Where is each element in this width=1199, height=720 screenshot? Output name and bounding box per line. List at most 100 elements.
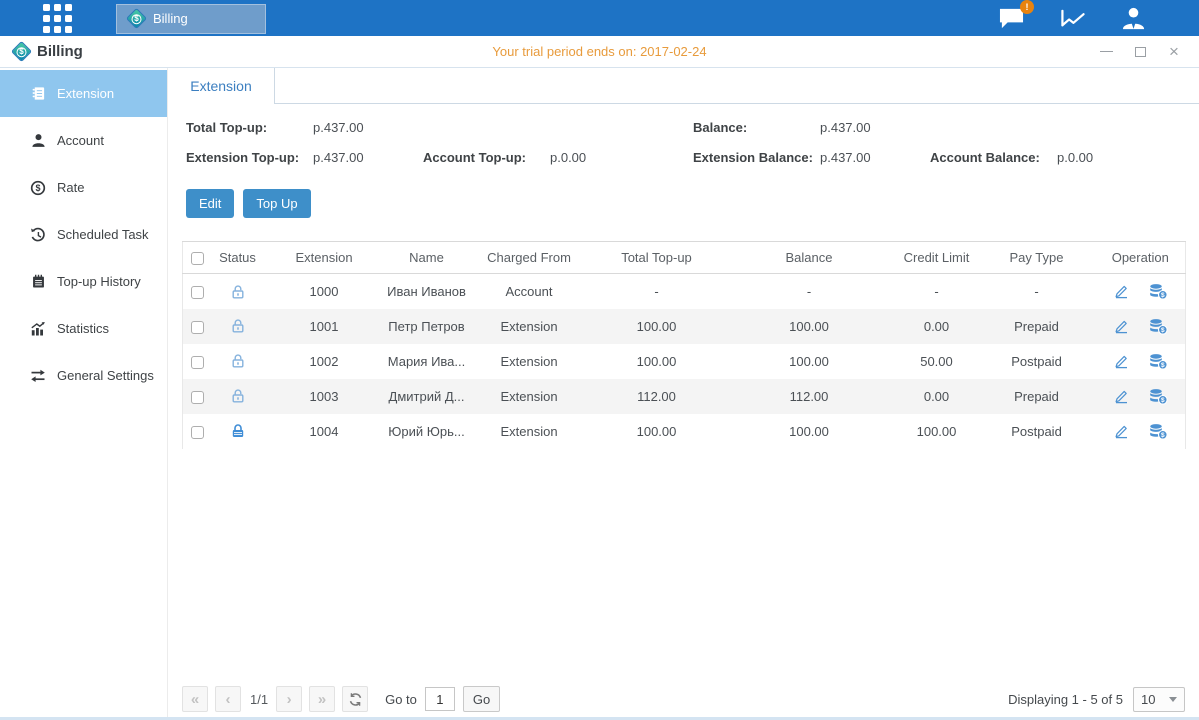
sidebar-item-account[interactable]: Account — [0, 117, 167, 164]
col-charged-from: Charged From — [468, 242, 591, 274]
row-checkbox[interactable] — [191, 356, 204, 369]
col-name: Name — [386, 242, 468, 274]
cell-total-topup: 112.00 — [591, 379, 723, 414]
close-button[interactable]: × — [1167, 45, 1181, 59]
user-icon[interactable] — [1120, 6, 1147, 31]
minimize-button[interactable] — [1099, 45, 1113, 59]
edit-icon[interactable] — [1113, 388, 1130, 405]
billing-diamond-icon: $ — [126, 8, 147, 29]
edit-icon[interactable] — [1113, 283, 1130, 300]
sidebar-item-label: Rate — [57, 180, 84, 195]
cell-total-topup: - — [591, 274, 723, 309]
cell-balance: 100.00 — [723, 414, 896, 449]
taskbar-tab-billing[interactable]: $ Billing — [116, 4, 266, 34]
statistics-icon — [30, 321, 46, 337]
statistics-chart-icon[interactable] — [1058, 6, 1088, 31]
page-size-select[interactable]: 10 — [1133, 687, 1185, 712]
maximize-button[interactable] — [1133, 45, 1147, 59]
taskbar-tab-label: Billing — [153, 11, 188, 26]
billing-app-icon: $ — [11, 41, 32, 62]
col-pay-type: Pay Type — [978, 242, 1096, 274]
apps-grid-icon[interactable] — [43, 4, 72, 33]
cell-credit-limit: - — [896, 274, 978, 309]
next-page-button[interactable]: › — [276, 686, 302, 712]
cell-extension: 1002 — [263, 344, 386, 379]
cell-credit-limit: 0.00 — [896, 309, 978, 344]
sidebar-item-general-settings[interactable]: General Settings — [0, 352, 167, 399]
cell-total-topup: 100.00 — [591, 344, 723, 379]
sidebar-item-scheduled-task[interactable]: Scheduled Task — [0, 211, 167, 258]
row-checkbox[interactable] — [191, 391, 204, 404]
cell-name: Иван Иванов — [386, 274, 468, 309]
toolbar: Edit Top Up — [182, 189, 1185, 218]
table-row[interactable]: 1003 Дмитрий Д... Extension 112.00 112.0… — [183, 379, 1186, 414]
go-button[interactable]: Go — [463, 686, 500, 712]
sidebar-item-label: Account — [57, 133, 104, 148]
topup-icon[interactable]: $ — [1148, 353, 1168, 370]
row-checkbox[interactable] — [191, 286, 204, 299]
messages-icon[interactable]: ! — [997, 6, 1026, 31]
topup-icon[interactable]: $ — [1148, 423, 1168, 440]
table-row[interactable]: 1004 Юрий Юрь... Extension 100.00 100.00… — [183, 414, 1186, 449]
topup-button[interactable]: Top Up — [243, 189, 310, 218]
sidebar-item-statistics[interactable]: Statistics — [0, 305, 167, 352]
cell-credit-limit: 0.00 — [896, 379, 978, 414]
billing-window: $ Billing ! $ — [0, 0, 1199, 720]
cell-name: Дмитрий Д... — [386, 379, 468, 414]
select-all-checkbox[interactable] — [191, 252, 204, 265]
cell-balance: - — [723, 274, 896, 309]
tab-extension[interactable]: Extension — [168, 68, 275, 104]
col-operation: Operation — [1096, 242, 1186, 274]
tab-bar: Extension — [168, 68, 1199, 104]
extension-topup: Extension Top-up:p.437.00 — [186, 150, 423, 165]
taskbar: $ Billing ! — [0, 0, 1199, 36]
edit-icon[interactable] — [1113, 353, 1130, 370]
topup-icon[interactable]: $ — [1148, 283, 1168, 300]
sidebar-item-label: Top-up History — [57, 274, 141, 289]
last-page-button[interactable]: » — [309, 686, 335, 712]
sidebar-item-label: Scheduled Task — [57, 227, 149, 242]
cell-charged-from: Extension — [468, 414, 591, 449]
sidebar-item-topup-history[interactable]: Top-up History — [0, 258, 167, 305]
col-status: Status — [213, 242, 263, 274]
extension-icon — [30, 86, 46, 101]
table-row[interactable]: 1001 Петр Петров Extension 100.00 100.00… — [183, 309, 1186, 344]
edit-icon[interactable] — [1113, 318, 1130, 335]
extension-balance: Extension Balance:p.437.00 — [693, 150, 930, 165]
table-row[interactable]: 1000 Иван Иванов Account - - - - — [183, 274, 1186, 309]
svg-text:$: $ — [1161, 397, 1165, 404]
sidebar-item-label: General Settings — [57, 368, 154, 383]
topup-icon[interactable]: $ — [1148, 388, 1168, 405]
scheduled-task-icon — [30, 227, 46, 243]
col-balance: Balance — [723, 242, 896, 274]
svg-text:$: $ — [1161, 327, 1165, 334]
topup-icon[interactable]: $ — [1148, 318, 1168, 335]
row-checkbox[interactable] — [191, 321, 204, 334]
cell-extension: 1004 — [263, 414, 386, 449]
goto-label: Go to — [385, 692, 417, 707]
cell-extension: 1000 — [263, 274, 386, 309]
col-credit-limit: Credit Limit — [896, 242, 978, 274]
rate-icon: $ — [30, 180, 46, 196]
cell-balance: 112.00 — [723, 379, 896, 414]
svg-text:$: $ — [1161, 362, 1165, 369]
cell-pay-type: Prepaid — [978, 379, 1096, 414]
edit-button[interactable]: Edit — [186, 189, 234, 218]
col-total-topup: Total Top-up — [591, 242, 723, 274]
first-page-button[interactable]: « — [182, 686, 208, 712]
sidebar-item-extension[interactable]: Extension — [0, 70, 167, 117]
cell-name: Юрий Юрь... — [386, 414, 468, 449]
table-header-row: Status Extension Name Charged From Total… — [183, 242, 1186, 274]
sidebar: Extension Account $ Rate — [0, 68, 168, 717]
goto-page-input[interactable] — [425, 687, 455, 711]
sidebar-item-rate[interactable]: $ Rate — [0, 164, 167, 211]
account-icon — [30, 133, 46, 148]
refresh-button[interactable] — [342, 686, 368, 712]
status-unlocked-icon — [230, 318, 246, 334]
prev-page-button[interactable]: ‹ — [215, 686, 241, 712]
table-row[interactable]: 1002 Мария Ива... Extension 100.00 100.0… — [183, 344, 1186, 379]
cell-balance: 100.00 — [723, 344, 896, 379]
edit-icon[interactable] — [1113, 423, 1130, 440]
cell-total-topup: 100.00 — [591, 414, 723, 449]
row-checkbox[interactable] — [191, 426, 204, 439]
